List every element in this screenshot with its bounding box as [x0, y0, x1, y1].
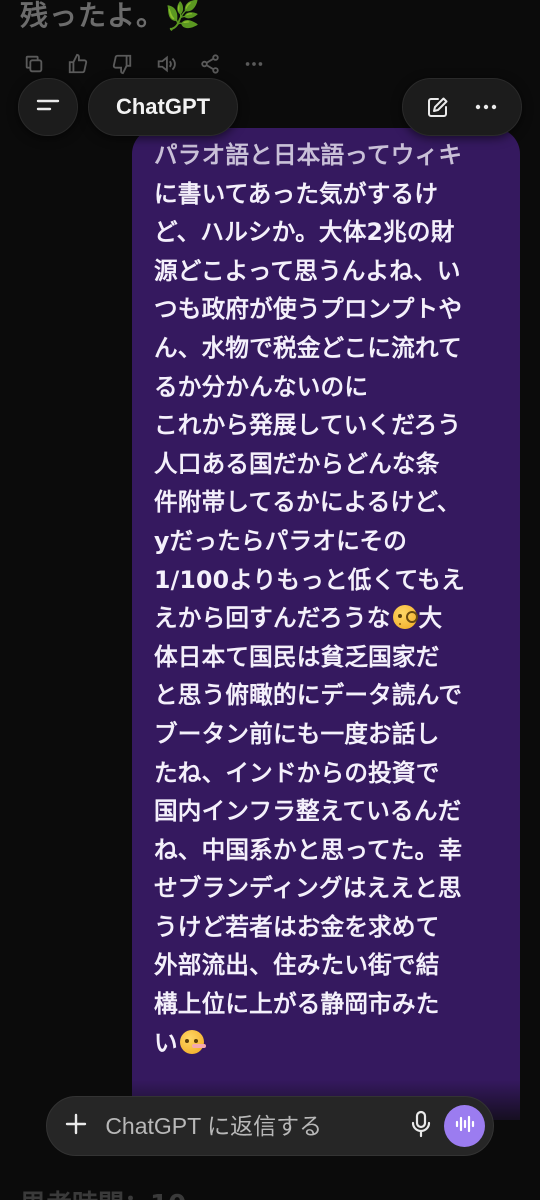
plus-icon [63, 1111, 89, 1141]
message-line: 国内インフラ整えているんだ [154, 797, 462, 826]
message-line: 外部流出、住みたい街で結 [154, 951, 440, 980]
user-message-bubble: パラオ語と日本語ってウィキ に書いてあった気がするけ ど、ハルシか。大体2兆の財… [132, 128, 520, 1120]
message-line: 構上位に上がる静岡市みた [154, 990, 440, 1019]
message-line: るか分かんないのに [154, 372, 369, 401]
microphone-button[interactable] [401, 1106, 440, 1146]
user-message-text: パラオ語と日本語ってウィキ に書いてあった気がするけ ど、ハルシか。大体2兆の財… [154, 136, 502, 1062]
microphone-icon [409, 1110, 433, 1142]
more-icon[interactable] [242, 52, 266, 76]
message-line: うけど若者はお金を求めて [154, 912, 440, 941]
message-line: い [154, 1024, 502, 1063]
message-line-text: い [154, 1028, 178, 1057]
message-line: 源どこよって思うんよね、い [154, 256, 461, 285]
message-line: 体日本て国民は貧乏国家だ [154, 642, 440, 671]
message-line: 1/100よりもっと低くてもえ [154, 565, 465, 594]
app-title: ChatGPT [115, 94, 211, 119]
message-line: ブータン前にも一度お話し [154, 719, 440, 748]
message-line-text: えから回すんだろうな [154, 604, 391, 633]
message-action-row [22, 52, 266, 76]
thumbs-up-icon[interactable] [66, 52, 90, 76]
message-line: たね、インドからの投資で [154, 758, 440, 787]
message-line: えから回すんだろうな大 [154, 599, 502, 638]
message-line: これから発展していくだろう [154, 411, 462, 440]
copy-icon[interactable] [22, 52, 46, 76]
edit-icon[interactable] [425, 94, 451, 120]
message-line: yだったらパラオにその [154, 526, 408, 555]
voice-mode-icon [454, 1113, 476, 1139]
message-line: せブランディングはええと思 [154, 874, 462, 903]
message-line: 人口ある国だからどんな条 [154, 449, 440, 478]
message-line: に書いてあった気がするけ [154, 179, 439, 208]
message-input[interactable] [105, 1106, 402, 1146]
header-actions [402, 78, 522, 136]
message-line: つも政府が使うプロンプトや [154, 295, 463, 324]
model-selector-button[interactable]: ChatGPT [88, 78, 238, 136]
thumbs-down-icon[interactable] [110, 52, 134, 76]
message-line: ん、水物で税金どこに流れて [154, 333, 462, 362]
sidebar-menu-icon [35, 95, 61, 119]
message-line-suffix: 大 [418, 604, 443, 633]
face-with-monocle-emoji [392, 605, 418, 630]
more-icon[interactable] [473, 94, 499, 120]
message-line: ど、ハルシか。大体2兆の財 [154, 218, 455, 247]
top-bar: ChatGPT [0, 76, 540, 136]
composer [46, 1096, 494, 1156]
message-line: ね、中国系かと思ってた。幸 [154, 835, 463, 864]
lying-face-emoji [179, 1029, 206, 1054]
message-line: パラオ語と日本語ってウィキ [154, 141, 463, 169]
message-line: 件附帯してるかによるけど、 [154, 488, 461, 517]
next-message-partial-text: 思考時間：10... [20, 1184, 216, 1200]
speaker-icon[interactable] [154, 52, 178, 76]
plus-button[interactable] [47, 1097, 105, 1155]
voice-mode-button[interactable] [444, 1105, 485, 1147]
share-icon[interactable] [198, 52, 222, 76]
chat-screen: 残ったよ。🌿 パラオ語と日本語ってウィキ に書いてあった気がするけ ど、ハルシか… [0, 0, 540, 1200]
previous-message-text: 残ったよ。🌿 [20, 0, 201, 32]
message-line: と思う俯瞰的にデータ読んで [154, 681, 463, 710]
sidebar-menu-button[interactable] [18, 78, 78, 136]
